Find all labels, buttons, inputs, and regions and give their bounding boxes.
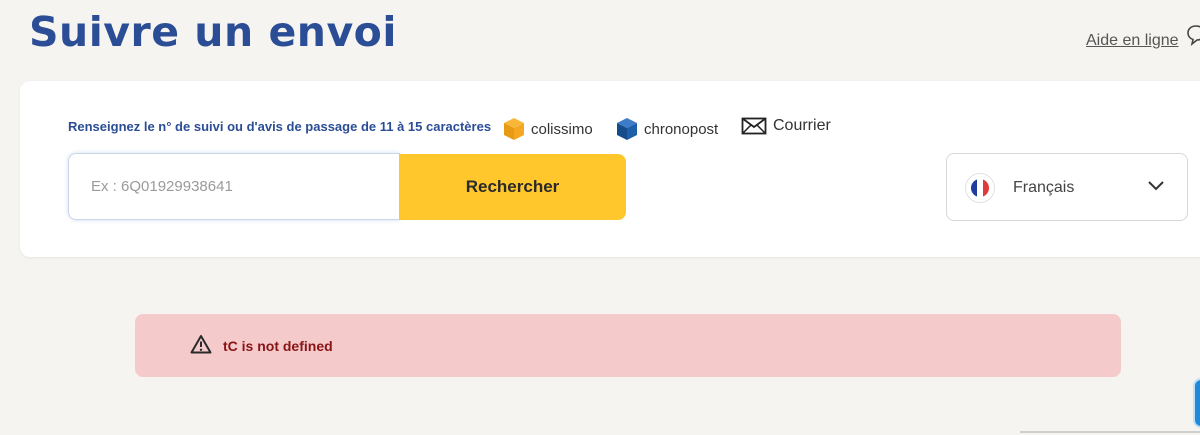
help-link[interactable]: Aide en ligne xyxy=(1086,32,1179,50)
page: Suivre un envoi Aide en ligne Renseignez… xyxy=(0,0,1200,435)
envelope-icon xyxy=(741,117,767,135)
carrier-colissimo: colissimo xyxy=(503,117,593,141)
side-chat-widget[interactable] xyxy=(1193,378,1200,428)
carrier-courrier: Courrier xyxy=(741,117,831,135)
carrier-chronopost: chronopost xyxy=(616,117,718,141)
carrier-label: colissimo xyxy=(531,120,593,138)
chevron-down-icon xyxy=(1147,179,1165,197)
error-message: tC is not defined xyxy=(223,338,333,354)
search-card: Renseignez le n° de suivi ou d'avis de p… xyxy=(20,81,1200,257)
language-label: Français xyxy=(1013,179,1075,196)
divider xyxy=(1020,431,1200,433)
page-title: Suivre un envoi xyxy=(29,8,397,56)
carrier-label: Courrier xyxy=(773,117,831,134)
chronopost-box-icon xyxy=(616,117,638,141)
carrier-label: chronopost xyxy=(644,120,719,138)
france-flag-icon xyxy=(965,173,995,203)
tracking-number-input[interactable] xyxy=(68,153,400,220)
warning-icon xyxy=(190,334,212,359)
search-instruction: Renseignez le n° de suivi ou d'avis de p… xyxy=(68,119,492,134)
language-select[interactable]: Français xyxy=(946,153,1188,221)
error-alert: tC is not defined xyxy=(135,314,1121,377)
chat-bubble-icon[interactable] xyxy=(1186,24,1200,47)
colissimo-box-icon xyxy=(503,117,525,141)
search-button[interactable]: Rechercher xyxy=(399,154,626,220)
